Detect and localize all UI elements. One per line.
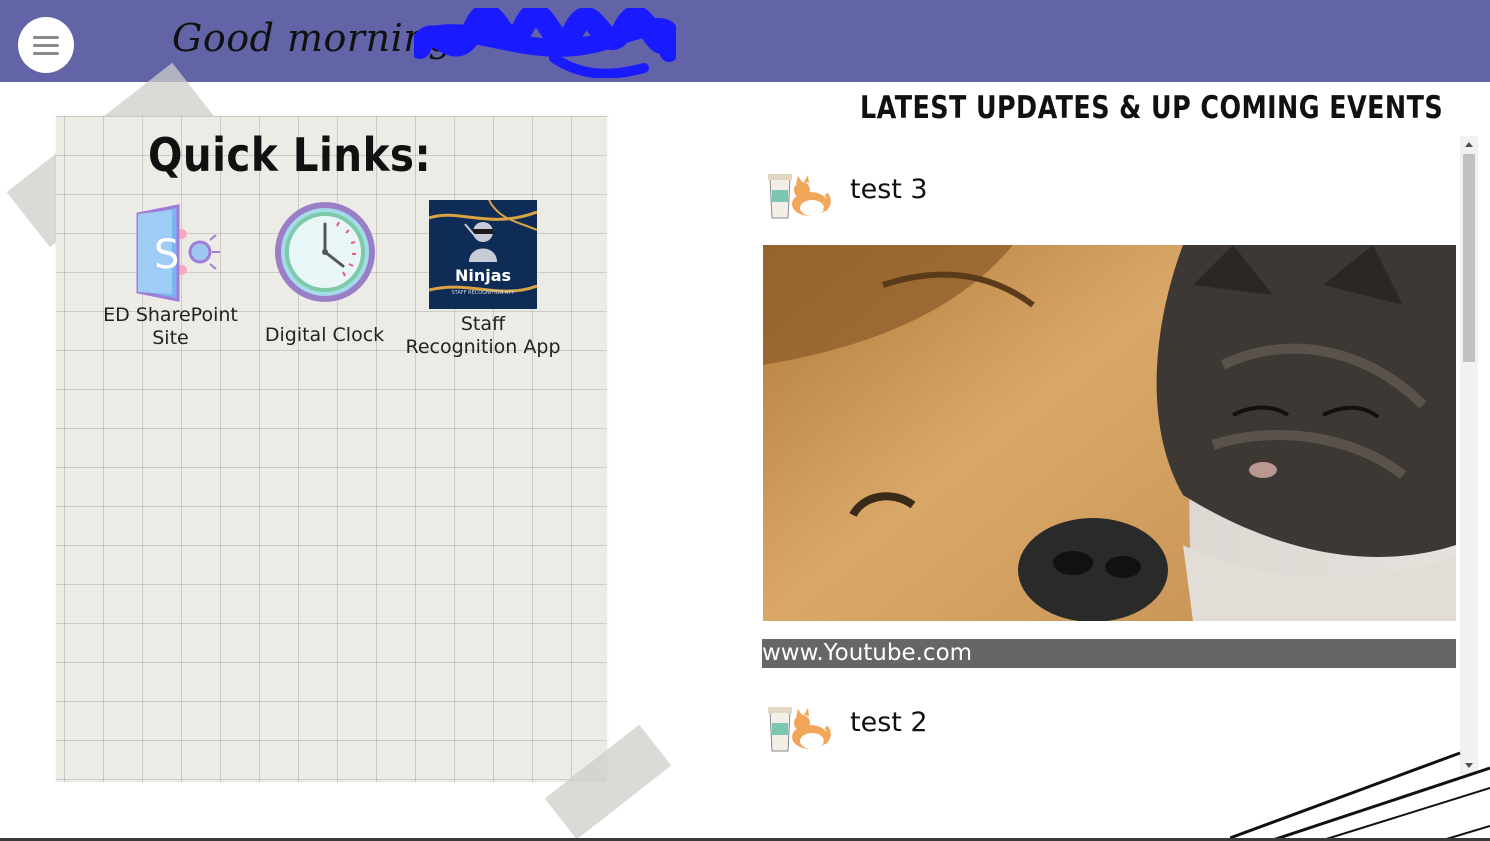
svg-text:S: S [154,232,179,278]
post-header: test 3 [760,170,1460,230]
quick-link-sharepoint[interactable]: S ED SharePoint Site [98,200,243,350]
scroll-up-arrow-icon[interactable] [1460,136,1478,153]
post-title: test 2 [850,707,928,738]
sharepoint-icon: S [136,204,220,302]
hamburger-icon-bar [33,51,59,55]
quick-link-label: Digital Clock [264,324,385,346]
quick-link-label: ED SharePoint [103,304,238,326]
dog-and-kitten-photo [763,245,1456,621]
ninjas-icon-text: Ninjas [454,266,512,285]
coffee-cat-avatar-icon [768,707,831,752]
post-title: test 3 [850,174,928,205]
coffee-cat-avatar-icon [768,174,831,219]
hamburger-icon-bar [33,43,59,47]
app-header: Good morning, [0,0,1490,82]
hamburger-icon-bar [33,35,59,39]
ninjas-icon-subtext: STAFF RECOGNITION APP [451,290,515,296]
quick-link-digital-clock[interactable]: Digital Clock [262,200,387,347]
quick-link-label: Site [152,327,189,349]
clock-icon [274,202,375,302]
quick-link-staff-recognition[interactable]: Ninjas STAFF RECOGNITION APP Staff Recog… [405,200,561,359]
quick-link-label: Recognition App [405,336,561,358]
decorative-lines [1230,751,1490,841]
feed-scrollbar[interactable] [1460,136,1478,774]
quick-links-title: Quick Links: [148,128,432,182]
scroll-thumb[interactable] [1463,154,1475,362]
menu-button[interactable] [18,17,74,73]
feed-title: LATEST UPDATES & UP COMING EVENTS [860,90,1444,126]
redacted-name [414,8,676,78]
quick-link-label: Staff [460,313,506,335]
post-link[interactable]: www.Youtube.com [762,639,1456,668]
updates-feed[interactable]: test 3 www.Youtube.com test 2 [760,136,1479,774]
ninjas-app-icon: Ninjas STAFF RECOGNITION APP [429,200,537,309]
